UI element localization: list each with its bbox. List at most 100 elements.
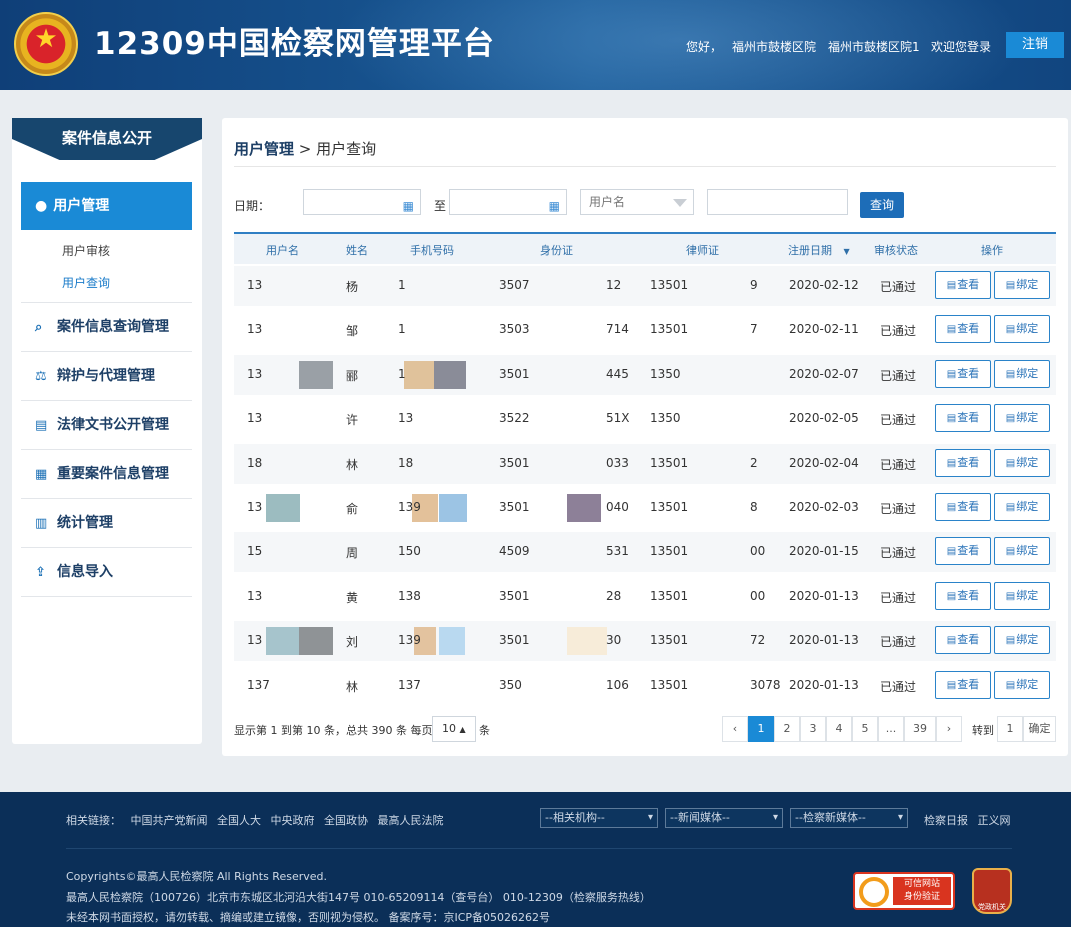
procuratorate-media-select[interactable]: --检察新媒体-- bbox=[790, 808, 908, 828]
cell-register-date: 2020-02-07 bbox=[789, 366, 859, 381]
footer-link[interactable]: 检察日报 bbox=[924, 814, 968, 827]
view-doc-icon: ▤ bbox=[946, 413, 957, 425]
footer-link[interactable]: 全国政协 bbox=[324, 814, 368, 827]
footer-link[interactable]: 正义网 bbox=[978, 814, 1011, 827]
lawyer-icon: ⚖ bbox=[35, 369, 47, 384]
cell-register-date: 2020-02-04 bbox=[789, 455, 859, 470]
cell-review-status: 已通过 bbox=[880, 546, 917, 561]
search-button[interactable]: 查询 bbox=[860, 192, 904, 218]
view-button-label: 查看 bbox=[957, 677, 980, 691]
cell-id-card-suffix: 106 bbox=[606, 677, 629, 692]
bind-doc-icon: ▤ bbox=[1005, 679, 1016, 691]
view-button[interactable]: ▤查看 bbox=[935, 448, 991, 477]
cell-phone: 1 bbox=[398, 366, 406, 381]
page-button[interactable]: 2 bbox=[774, 716, 800, 742]
cell-id-card-prefix: 3503 bbox=[499, 322, 530, 337]
next-page-button[interactable]: › bbox=[936, 716, 962, 742]
view-button[interactable]: ▤查看 bbox=[935, 271, 991, 299]
col-username: 用户名 bbox=[266, 244, 299, 257]
trusted-site-badge[interactable]: 可信网站 身份验证 bbox=[853, 872, 955, 910]
chart-icon: ▥ bbox=[35, 516, 48, 531]
sidebar-item-3[interactable]: ▤ 法律文书公开管理 bbox=[21, 401, 192, 450]
sidebar-item-2[interactable]: ⚖ 辩护与代理管理 bbox=[21, 352, 192, 401]
bind-button[interactable]: ▤绑定 bbox=[994, 315, 1050, 344]
page-button[interactable]: 1 bbox=[748, 716, 774, 742]
bind-button[interactable]: ▤绑定 bbox=[994, 359, 1050, 388]
page-button[interactable]: 5 bbox=[852, 716, 878, 742]
view-button[interactable]: ▤查看 bbox=[935, 315, 991, 344]
org-name: 福州市鼓楼区院 bbox=[732, 40, 817, 54]
bind-button[interactable]: ▤绑定 bbox=[994, 271, 1050, 299]
sidebar-title: 案件信息公开 bbox=[12, 118, 202, 160]
footer-link[interactable]: 中央政府 bbox=[271, 814, 315, 827]
sidebar-sub-user-query[interactable]: 用户查询 bbox=[62, 274, 110, 291]
redacted-block bbox=[266, 627, 300, 656]
view-button[interactable]: ▤查看 bbox=[935, 537, 991, 566]
bind-button[interactable]: ▤绑定 bbox=[994, 493, 1050, 521]
page-size-select[interactable]: 10 ▲ bbox=[432, 716, 476, 742]
page-button[interactable]: 4 bbox=[826, 716, 852, 742]
view-button[interactable]: ▤查看 bbox=[935, 359, 991, 388]
sidebar-item-user-management[interactable]: ● 用户管理 bbox=[21, 182, 192, 230]
view-button-label: 查看 bbox=[957, 455, 980, 469]
footer-link[interactable]: 最高人民法院 bbox=[378, 814, 444, 827]
bind-button[interactable]: ▤绑定 bbox=[994, 626, 1050, 655]
cell-review-status: 已通过 bbox=[880, 679, 917, 694]
cell-name: 林 bbox=[346, 679, 359, 694]
page-button[interactable]: ... bbox=[878, 716, 904, 742]
cell-lawyer-cert-prefix: 13501 bbox=[650, 677, 689, 692]
view-button[interactable]: ▤查看 bbox=[935, 493, 991, 521]
related-org-select[interactable]: --相关机构-- bbox=[540, 808, 658, 828]
col-register-date[interactable]: 注册日期 ▼ bbox=[788, 242, 850, 258]
sidebar-item-label: 用户管理 bbox=[53, 198, 110, 214]
view-button[interactable]: ▤查看 bbox=[935, 626, 991, 655]
news-media-select[interactable]: --新闻媒体-- bbox=[665, 808, 783, 828]
calendar-icon[interactable]: ▦ bbox=[403, 194, 414, 218]
page-button[interactable]: 3 bbox=[800, 716, 826, 742]
bind-button[interactable]: ▤绑定 bbox=[994, 448, 1050, 477]
pagination-info: 显示第 1 到第 10 条，总共 390 条 每页 bbox=[234, 722, 432, 738]
sort-desc-icon[interactable]: ▼ bbox=[844, 247, 850, 256]
goto-confirm-button[interactable]: 确定 bbox=[1023, 716, 1056, 742]
cell-username: 13 bbox=[247, 322, 263, 337]
search-keyword-input[interactable] bbox=[707, 189, 848, 215]
bind-doc-icon: ▤ bbox=[1005, 457, 1016, 469]
cell-register-date: 2020-01-13 bbox=[789, 677, 859, 692]
bind-button[interactable]: ▤绑定 bbox=[994, 670, 1050, 699]
prev-page-button[interactable]: ‹ bbox=[722, 716, 748, 742]
breadcrumb-parent[interactable]: 用户管理 bbox=[234, 140, 294, 158]
bind-button[interactable]: ▤绑定 bbox=[994, 581, 1050, 610]
sidebar-item-1[interactable]: ⌕ 案件信息查询管理 bbox=[21, 303, 192, 352]
view-button[interactable]: ▤查看 bbox=[935, 404, 991, 433]
view-button-label: 查看 bbox=[957, 500, 980, 513]
bind-button[interactable]: ▤绑定 bbox=[994, 404, 1050, 433]
cell-lawyer-cert-prefix: 1350 bbox=[650, 411, 681, 426]
redacted-block bbox=[299, 627, 333, 656]
username-select[interactable]: 用户名 bbox=[580, 189, 694, 215]
view-doc-icon: ▤ bbox=[946, 546, 957, 558]
logout-button[interactable]: 注销 bbox=[1006, 32, 1064, 58]
footer-link[interactable]: 全国人大 bbox=[217, 814, 261, 827]
start-date-input[interactable]: ▦ bbox=[303, 189, 421, 215]
sidebar-sub-user-review[interactable]: 用户审核 bbox=[62, 242, 110, 259]
view-button[interactable]: ▤查看 bbox=[935, 581, 991, 610]
goto-page-input[interactable]: 1 bbox=[997, 716, 1023, 742]
calendar-icon[interactable]: ▦ bbox=[549, 194, 560, 218]
sidebar-item-6[interactable]: ⇪ 信息导入 bbox=[21, 548, 192, 597]
cell-phone: 18 bbox=[398, 455, 414, 470]
footer-link[interactable]: 中国共产党新闻 bbox=[131, 814, 208, 827]
page-button[interactable]: 39 bbox=[904, 716, 936, 742]
cell-review-status: 已通过 bbox=[880, 368, 917, 383]
sidebar-item-5[interactable]: ▥ 统计管理 bbox=[21, 499, 192, 548]
address-text: 最高人民检察院（100726）北京市东城区北河沿大街147号 010-65209… bbox=[66, 891, 651, 904]
end-date-input[interactable]: ▦ bbox=[449, 189, 567, 215]
username-select-value: 用户名 bbox=[589, 195, 626, 209]
redacted-block bbox=[439, 627, 465, 656]
view-button[interactable]: ▤查看 bbox=[935, 670, 991, 699]
cell-username: 18 bbox=[247, 455, 263, 470]
sidebar-item-4[interactable]: ▦ 重要案件信息管理 bbox=[21, 450, 192, 499]
gov-agency-badge[interactable]: 党政机关 bbox=[972, 868, 1012, 914]
bind-button-label: 绑定 bbox=[1016, 366, 1039, 380]
cell-id-card-prefix: 3507 bbox=[499, 278, 530, 292]
bind-button[interactable]: ▤绑定 bbox=[994, 537, 1050, 566]
